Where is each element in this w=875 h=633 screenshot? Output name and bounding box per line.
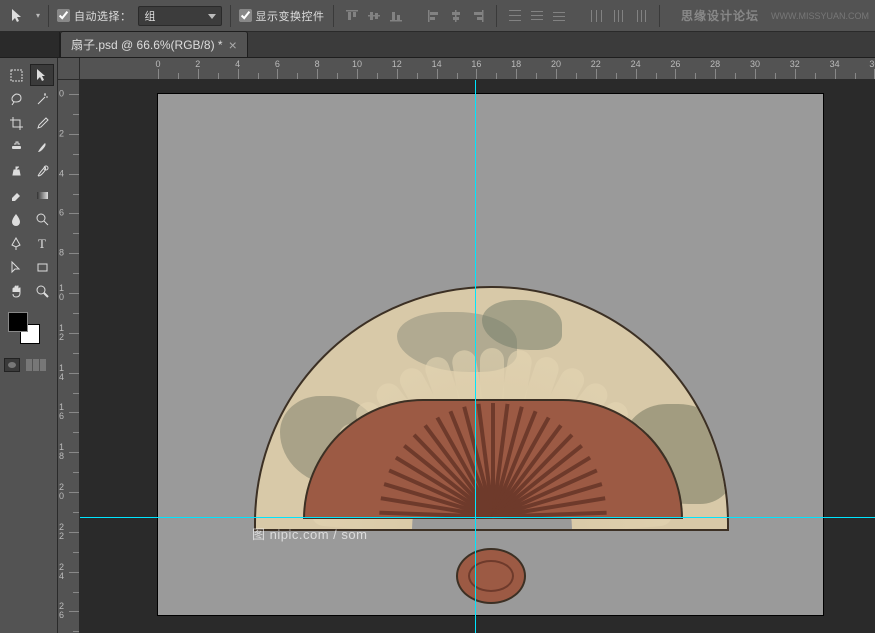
options-bar: ▾ 自动选择： 组 显示变换控件 bbox=[0, 0, 875, 32]
align-bottom-edges[interactable] bbox=[386, 6, 406, 26]
align-right-edges[interactable] bbox=[468, 6, 488, 26]
align-left-edges[interactable] bbox=[424, 6, 444, 26]
zoom-tool[interactable] bbox=[30, 280, 54, 302]
separator bbox=[48, 5, 49, 27]
move-tool[interactable] bbox=[30, 64, 54, 86]
brush-tool[interactable] bbox=[30, 136, 54, 158]
quick-mask-toggle[interactable] bbox=[4, 358, 20, 372]
pen-tool[interactable] bbox=[4, 232, 28, 254]
document-canvas[interactable]: 图 nipic.com / som bbox=[158, 94, 823, 615]
magic-wand-tool[interactable] bbox=[30, 88, 54, 110]
canvas-area: 02468101214161820222426283032343638 0246… bbox=[58, 58, 875, 633]
ruler-horizontal[interactable]: 02468101214161820222426283032343638 bbox=[80, 58, 875, 80]
marquee-tool[interactable] bbox=[4, 64, 28, 86]
hand-tool[interactable] bbox=[4, 280, 28, 302]
separator bbox=[496, 5, 497, 27]
type-tool[interactable]: T bbox=[30, 232, 54, 254]
guide-horizontal[interactable] bbox=[80, 517, 875, 518]
auto-select-target-dropdown[interactable]: 组 bbox=[138, 6, 222, 26]
document-tab-bar: 扇子.psd @ 66.6%(RGB/8) * × bbox=[0, 32, 875, 58]
close-tab-icon[interactable]: × bbox=[229, 38, 237, 52]
eyedropper-tool[interactable] bbox=[30, 112, 54, 134]
viewport[interactable]: 图 nipic.com / som bbox=[80, 80, 875, 633]
auto-select-input[interactable] bbox=[57, 9, 70, 22]
healing-brush-tool[interactable] bbox=[4, 136, 28, 158]
ruler-vertical[interactable]: 02468101214161820222426 bbox=[58, 80, 80, 633]
stock-watermark: 图 nipic.com / som bbox=[252, 524, 367, 543]
align-vertical-centers[interactable] bbox=[364, 6, 384, 26]
watermark-url: WWW.MISSYUAN.COM bbox=[771, 11, 869, 21]
path-selection-tool[interactable] bbox=[4, 256, 28, 278]
align-group-1 bbox=[342, 6, 406, 26]
distribute-group-2 bbox=[587, 6, 651, 26]
distribute-vcenter[interactable] bbox=[527, 6, 547, 26]
show-transform-label: 显示变换控件 bbox=[256, 8, 325, 24]
svg-text:T: T bbox=[38, 236, 46, 251]
dropdown-value: 组 bbox=[145, 8, 156, 24]
document-tab-title: 扇子.psd @ 66.6%(RGB/8) * bbox=[71, 36, 223, 53]
tools-grid: T bbox=[4, 64, 53, 302]
main-area: T 02468101214161820222426283032343638 02… bbox=[0, 58, 875, 633]
gradient-tool[interactable] bbox=[30, 184, 54, 206]
distribute-left[interactable] bbox=[587, 6, 607, 26]
ruler-origin[interactable] bbox=[58, 58, 80, 80]
show-transform-input[interactable] bbox=[239, 9, 252, 22]
dropdown-arrow-icon: ▾ bbox=[36, 11, 40, 20]
photoshop-app: ▾ 自动选择： 组 显示变换控件 bbox=[0, 0, 875, 633]
document-tab[interactable]: 扇子.psd @ 66.6%(RGB/8) * × bbox=[60, 31, 248, 57]
auto-select-label: 自动选择： bbox=[74, 8, 132, 24]
lasso-tool[interactable] bbox=[4, 88, 28, 110]
watermark-forum: 思缘设计论坛 bbox=[681, 7, 759, 24]
align-group-2 bbox=[424, 6, 488, 26]
quick-mask-row bbox=[4, 358, 53, 372]
fan-ribs bbox=[303, 399, 683, 519]
guide-vertical[interactable] bbox=[475, 80, 476, 633]
separator bbox=[333, 5, 334, 27]
separator bbox=[659, 5, 660, 27]
distribute-bottom[interactable] bbox=[549, 6, 569, 26]
clone-stamp-tool[interactable] bbox=[4, 160, 28, 182]
foreground-color-swatch[interactable] bbox=[8, 312, 28, 332]
distribute-hcenter[interactable] bbox=[609, 6, 629, 26]
dodge-tool[interactable] bbox=[30, 208, 54, 230]
show-transform-checkbox[interactable]: 显示变换控件 bbox=[239, 8, 325, 24]
move-tool-indicator bbox=[6, 5, 30, 27]
distribute-group-1 bbox=[505, 6, 569, 26]
blur-tool[interactable] bbox=[4, 208, 28, 230]
align-horizontal-centers[interactable] bbox=[446, 6, 466, 26]
rectangle-tool[interactable] bbox=[30, 256, 54, 278]
crop-tool[interactable] bbox=[4, 112, 28, 134]
distribute-right[interactable] bbox=[631, 6, 651, 26]
fan-pivot bbox=[456, 548, 526, 604]
auto-select-checkbox[interactable]: 自动选择： bbox=[57, 8, 132, 24]
eraser-tool[interactable] bbox=[4, 184, 28, 206]
tools-panel: T bbox=[0, 58, 58, 633]
tab-spacer bbox=[0, 32, 60, 57]
history-brush-tool[interactable] bbox=[30, 160, 54, 182]
separator bbox=[230, 5, 231, 27]
color-swatches[interactable] bbox=[8, 312, 40, 344]
distribute-top[interactable] bbox=[505, 6, 525, 26]
screen-mode-button[interactable] bbox=[26, 359, 46, 371]
align-top-edges[interactable] bbox=[342, 6, 362, 26]
